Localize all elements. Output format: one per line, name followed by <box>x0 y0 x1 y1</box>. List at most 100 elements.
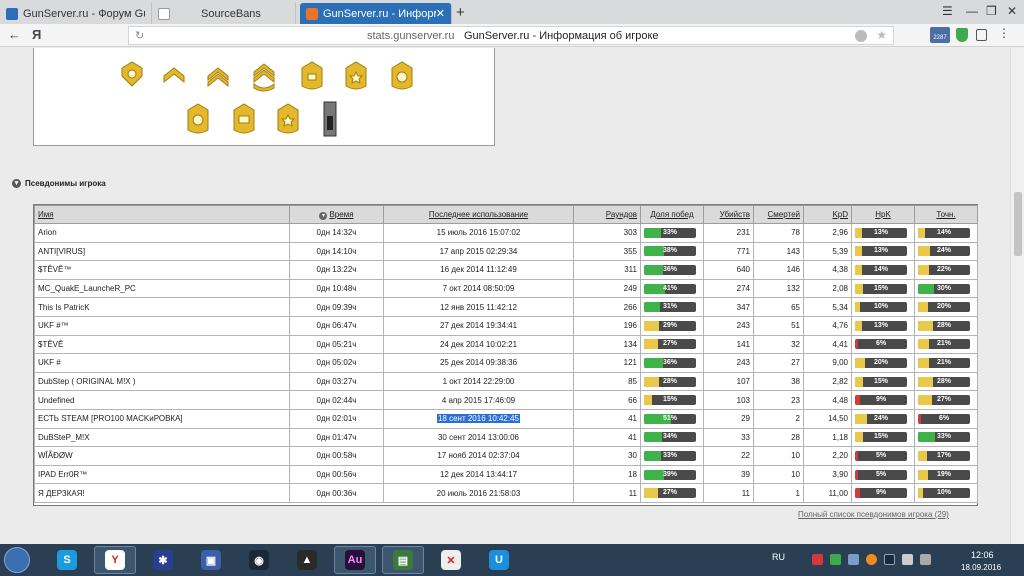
bookmark-star-icon[interactable]: ★ <box>876 28 887 42</box>
table-row[interactable]: WÎÃÐØW͏ 0дн 00:58ч 17 нояб 2014 02:37:04 30… <box>34 446 978 466</box>
headphones-icon[interactable] <box>812 554 823 565</box>
col-accuracy[interactable]: Точн. <box>914 205 978 224</box>
cell-name[interactable]: Undefined <box>34 390 290 410</box>
full-aliases-link[interactable]: Полный список псевдонимов игрока (29) <box>798 510 949 519</box>
cell-name[interactable]: $TÊVÊ <box>34 334 290 355</box>
taskbar-app-steam[interactable]: ◉ <box>238 546 280 574</box>
cell-name[interactable]: IPAD Err0R™ <box>34 464 290 485</box>
url-field[interactable]: ↻ stats.gunserver.ru GunServer.ru - Инфо… <box>128 26 894 45</box>
downloads-icon[interactable] <box>976 29 987 41</box>
col-win-rate[interactable]: Доля побед <box>640 205 704 224</box>
accuracy-bar-label: 20% <box>936 303 951 311</box>
table-row[interactable]: DubStep ( ORIGINAL M!X ) 0дн 03:27ч 1 окт … <box>34 371 978 392</box>
hpk-bar-label: 15% <box>873 433 888 441</box>
cell-name[interactable]: MC_QuakE_LauncheR_PC <box>34 278 290 299</box>
table-row[interactable]: $TÊVÊ 0дн 05:21ч 24 дек 2014 10:02:21 134 27… <box>34 334 978 355</box>
tab-forum[interactable]: GunServer.ru - Форум GunS <box>0 3 152 24</box>
table-row[interactable]: DuBSteP_M!X 0дн 01:47ч 30 сент 2014 13:00:… <box>34 427 978 448</box>
col-kpd[interactable]: KpD <box>803 205 852 224</box>
taskbar-app-avast[interactable]: ▲ <box>286 546 328 574</box>
table-row[interactable]: $TÊVÊ™ 0дн 13:22ч 16 дек 2014 11:12:49 311 3… <box>34 260 978 280</box>
flag-icon[interactable] <box>902 554 913 565</box>
cell-name[interactable]: DuBSteP_M!X <box>34 427 290 448</box>
cell-name[interactable]: UKF # <box>34 353 290 373</box>
win-rate-bar-label: 31% <box>662 303 677 311</box>
cell-name[interactable]: ЕСТЬ STEAM [PRO100 MACKиРОВКА] <box>34 408 290 429</box>
protect-icon[interactable] <box>855 30 867 42</box>
cell-name[interactable]: UKF #™ <box>34 315 290 336</box>
page-title: GunServer.ru - Информация об игроке <box>464 30 659 42</box>
win-rate-bar-label: 34% <box>662 433 677 441</box>
reload-icon[interactable]: ↻ <box>135 29 144 42</box>
table-row[interactable]: ЕСТЬ STEAM [PRO100 MACKиРОВКА] 0дн 02:01ч… <box>34 408 978 429</box>
taskbar-app-audition[interactable]: Au <box>334 546 376 574</box>
hpk-bar-label: 15% <box>873 377 888 385</box>
cell-name[interactable]: WÎÃÐØW͏ <box>34 446 290 466</box>
accuracy-bar: 30% <box>918 283 970 294</box>
table-row[interactable]: ANTI[VIRUS] 0дн 14:10ч 17 апр 2015 02:29:3… <box>34 241 978 262</box>
col-last-used[interactable]: Последнее использование <box>383 205 574 224</box>
table-row[interactable]: UKF #™ 0дн 06:47ч 27 дек 2014 19:34:41 196 2… <box>34 315 978 336</box>
col-kills[interactable]: Убийств <box>703 205 754 224</box>
yandex-logo-icon[interactable]: Я <box>32 27 41 42</box>
cell-win-rate: 51% <box>640 408 704 429</box>
taskbar-app-terminal[interactable]: ▤ <box>382 546 424 574</box>
cell-name[interactable]: ANTI[VIRUS] <box>34 241 290 262</box>
clock-time[interactable]: 12:06 <box>971 550 994 560</box>
cell-name[interactable]: This Is PatricK <box>34 297 290 317</box>
cell-name[interactable]: $TÊVÊ™ <box>34 260 290 280</box>
collapse-toggle-icon[interactable]: ▾ <box>12 179 21 188</box>
avast-tray-icon[interactable] <box>866 554 877 565</box>
cell-last-used: 7 окт 2014 08:50:09 <box>383 278 574 299</box>
table-row[interactable]: UKF #0дн 05:02ч 25 дек 2014 09:38:36 121 36… <box>34 353 978 373</box>
start-button[interactable] <box>4 547 30 573</box>
volume-icon[interactable] <box>920 554 931 565</box>
cell-name[interactable]: DubStep ( ORIGINAL M!X ) <box>34 371 290 392</box>
steam-tray-icon[interactable] <box>884 554 895 565</box>
accuracy-bar-label: 28% <box>936 321 951 329</box>
forum-favicon-icon <box>6 7 18 20</box>
taskbar-app-yandex-browser[interactable]: Y <box>94 546 136 574</box>
table-row[interactable]: IPAD Err0R™ 0дн 00:56ч 12 дек 2014 13:44:1… <box>34 464 978 485</box>
table-row[interactable]: Undefined 0дн 02:44ч 4 апр 2015 17:46:09 66… <box>34 390 978 410</box>
more-icon[interactable]: ⋮ <box>998 26 1010 40</box>
back-arrow-icon[interactable]: ← <box>8 27 21 42</box>
menu-icon[interactable]: ☰ <box>942 4 953 18</box>
taskbar-app-opera[interactable]: ✕ <box>430 546 472 574</box>
taskbar-app-uplay[interactable]: U <box>478 546 520 574</box>
tray-shield-icon[interactable] <box>830 554 841 565</box>
close-window-icon[interactable]: ✕ <box>1007 4 1017 18</box>
restore-icon[interactable]: ❐ <box>986 4 997 18</box>
scrollbar-thumb[interactable] <box>1014 192 1022 256</box>
language-indicator[interactable]: RU <box>772 552 785 562</box>
cell-name[interactable]: Я ДЕРЗКАЯ! <box>34 483 290 503</box>
col-hpk[interactable]: HpK <box>851 205 915 224</box>
taskbar-app-save[interactable]: ▣ <box>190 546 232 574</box>
network-icon[interactable] <box>848 554 859 565</box>
tab-player-info[interactable]: GunServer.ru - Информац ✕ <box>300 3 452 24</box>
table-row[interactable]: Arion 0дн 14:32ч 15 июль 2016 15:07:02 303 3… <box>34 223 978 243</box>
tab-sourcebans[interactable]: SourceBans <box>152 3 296 24</box>
taskbar-app-skype[interactable]: S <box>46 546 88 574</box>
win-rate-bar-label: 33% <box>662 228 677 236</box>
close-tab-icon[interactable]: ✕ <box>436 7 445 20</box>
col-rounds[interactable]: Раундов <box>573 205 641 224</box>
col-name[interactable]: Имя <box>34 205 290 224</box>
win-rate-bar: 34% <box>644 432 696 443</box>
page-scrollbar[interactable] <box>1010 48 1024 544</box>
section-header[interactable]: ▾ Псевдонимы игрока <box>12 179 106 188</box>
table-row[interactable]: MC_QuakE_LauncheR_PC 0дн 10:48ч 7 окт 2014… <box>34 278 978 299</box>
shield-icon[interactable] <box>956 28 968 42</box>
table-row[interactable]: Я ДЕРЗКАЯ! 0дн 00:36ч 20 июль 2016 21:58:0… <box>34 483 978 503</box>
minimize-icon[interactable]: — <box>966 4 978 18</box>
table-row[interactable]: This Is PatricK 0дн 09:39ч 12 янв 2015 11:… <box>34 297 978 317</box>
cell-rounds: 303 <box>573 223 641 243</box>
mail-icon[interactable]: 2287 <box>930 27 950 43</box>
col-deaths[interactable]: Смертей <box>753 205 804 224</box>
new-tab-button[interactable]: + <box>456 4 465 21</box>
clock-date[interactable]: 18.09.2016 <box>961 563 1001 572</box>
taskbar-app-game[interactable]: ✱ <box>142 546 184 574</box>
col-time[interactable]: ▾ Время <box>289 205 384 224</box>
cell-name[interactable]: Arion <box>34 223 290 243</box>
hpk-bar: 13% <box>855 246 907 257</box>
